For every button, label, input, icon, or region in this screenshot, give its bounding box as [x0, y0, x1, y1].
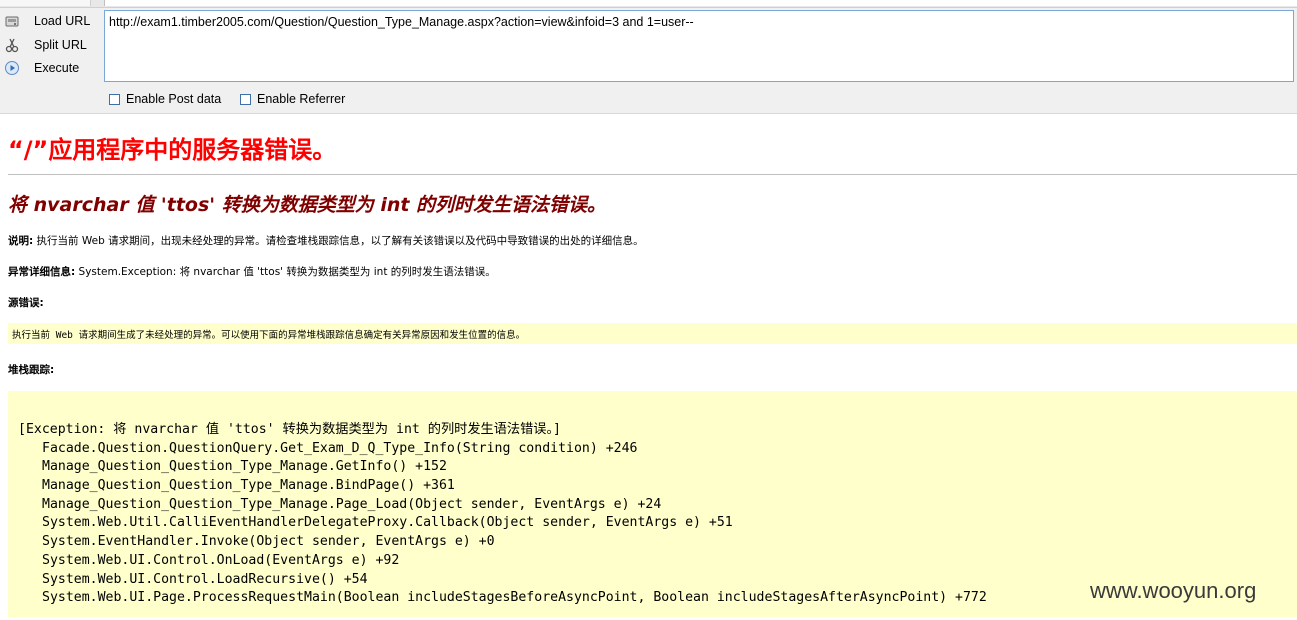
url-value: http://exam1.timber2005.com/Question/Que…: [109, 15, 694, 29]
referrer-checkbox-box[interactable]: [240, 93, 251, 105]
stack-line: [Exception: 将 nvarchar 值 'ttos' 转换为数据类型为…: [18, 422, 561, 437]
execute-label: Execute: [34, 61, 80, 75]
exception-text: System.Exception: 将 nvarchar 值 'ttos' 转换…: [78, 266, 496, 278]
execute-icon: [4, 60, 20, 76]
split-url-button[interactable]: Split URL: [2, 34, 100, 56]
title-divider: [8, 174, 1297, 175]
source-error-label: 源错误:: [8, 297, 44, 309]
load-url-label: Load URL: [34, 14, 91, 28]
top-strip: [0, 0, 1297, 8]
enable-post-data-label: Enable Post data: [126, 92, 222, 106]
stack-line: Manage_Question_Question_Type_Manage.Pag…: [42, 496, 662, 512]
description-text: 执行当前 Web 请求期间，出现未经处理的异常。请检查堆栈跟踪信息，以了解有关该…: [36, 235, 644, 247]
error-title: “/”应用程序中的服务器错误。: [8, 136, 337, 164]
stack-line: Facade.Question.QuestionQuery.Get_Exam_D…: [42, 440, 638, 456]
description-label: 说明:: [8, 235, 34, 247]
stack-line: Manage_Question_Question_Type_Manage.Bin…: [42, 478, 455, 494]
enable-referrer-label: Enable Referrer: [257, 92, 346, 106]
enable-referrer-checkbox[interactable]: Enable Referrer: [240, 91, 345, 107]
hackbar-toolbar: Load URL Split URL Execute http://exam1.…: [0, 0, 1297, 114]
load-url-button[interactable]: Load URL: [2, 10, 100, 32]
stack-line: System.Web.UI.Control.OnLoad(EventArgs e…: [42, 552, 400, 568]
stack-line: Manage_Question_Question_Type_Manage.Get…: [42, 459, 447, 475]
stack-line: System.Web.Util.CalliEventHandlerDelegat…: [42, 515, 733, 531]
split-url-label: Split URL: [34, 38, 87, 52]
error-subtitle: 将 nvarchar 值 'ttos' 转换为数据类型为 int 的列时发生语法…: [8, 194, 607, 216]
watermark: www.wooyun.org: [1090, 578, 1257, 603]
description-paragraph: 说明: 执行当前 Web 请求期间，出现未经处理的异常。请检查堆栈跟踪信息，以了…: [8, 233, 644, 248]
split-url-icon: [4, 37, 20, 53]
url-textarea[interactable]: http://exam1.timber2005.com/Question/Que…: [104, 10, 1294, 82]
execute-button[interactable]: Execute: [2, 57, 100, 79]
stack-trace-paragraph: 堆栈跟踪:: [8, 362, 54, 377]
stack-trace-label: 堆栈跟踪:: [8, 364, 55, 376]
exception-paragraph: 异常详细信息: System.Exception: 将 nvarchar 值 '…: [8, 264, 496, 279]
source-error-box: 执行当前 Web 请求期间生成了未经处理的异常。可以使用下面的异常堆栈跟踪信息确…: [8, 323, 1297, 344]
source-error-paragraph: 源错误:: [8, 295, 44, 310]
enable-post-data-checkbox[interactable]: Enable Post data: [109, 91, 221, 107]
stack-line: System.EventHandler.Invoke(Object sender…: [42, 534, 495, 550]
post-data-checkbox-box[interactable]: [109, 93, 120, 105]
exception-label: 异常详细信息:: [8, 266, 76, 278]
load-url-icon: [4, 13, 20, 29]
top-strip-input: [104, 0, 1297, 6]
source-error-text: 执行当前 Web 请求期间生成了未经处理的异常。可以使用下面的异常堆栈跟踪信息确…: [12, 330, 526, 341]
top-strip-tab: [0, 0, 91, 6]
